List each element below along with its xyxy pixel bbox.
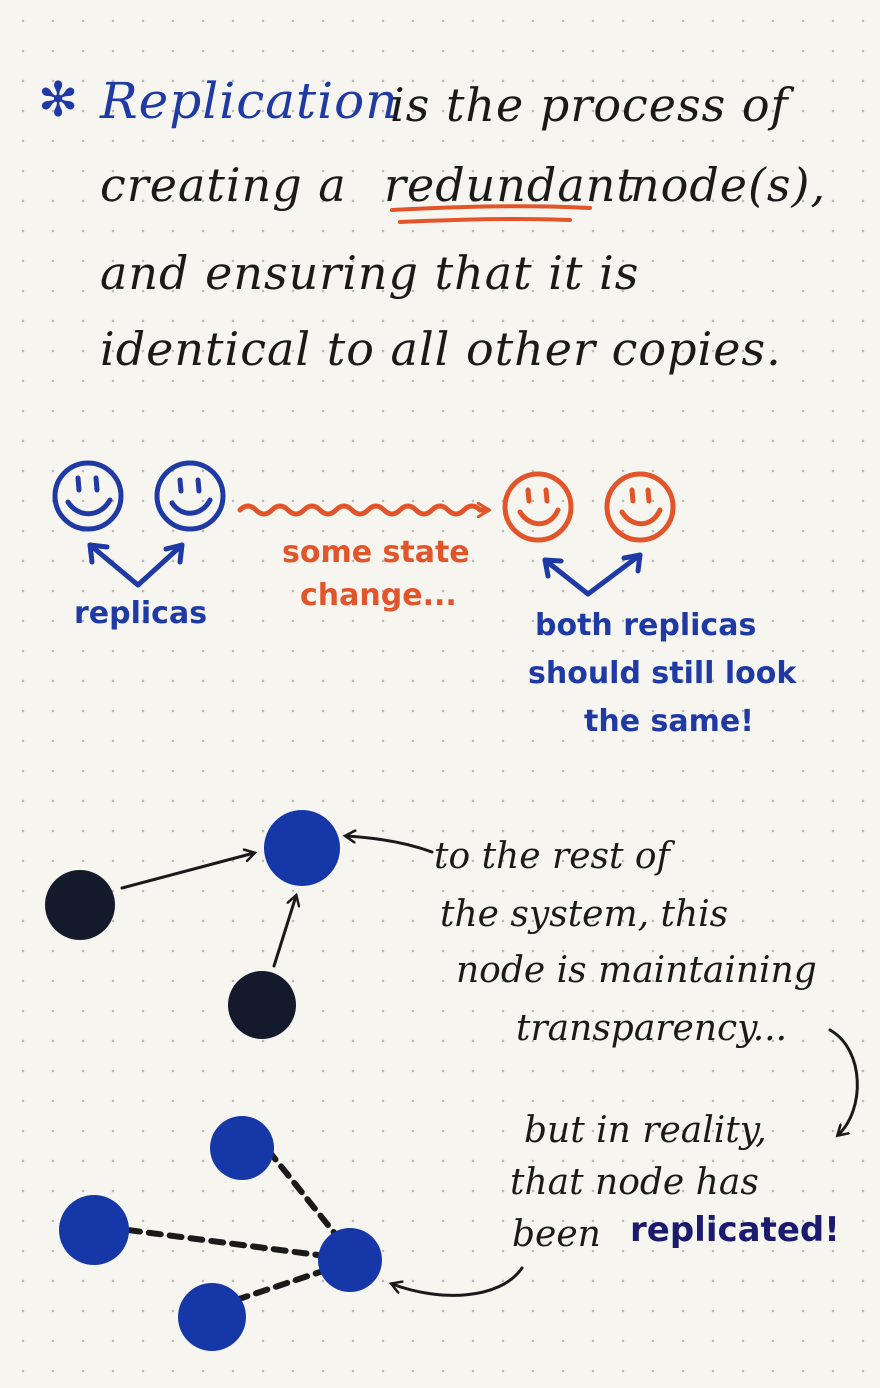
state-change-arrow — [237, 506, 488, 514]
smiley-icon-orange-right — [604, 471, 676, 543]
reality-to-node-arrow — [392, 1266, 524, 1297]
smiley-icon-orange-left — [502, 471, 574, 543]
transparency-note-4: transparency... — [516, 1008, 788, 1049]
reality-note-3-pre: been — [512, 1214, 601, 1255]
both-replicas-label-1: both replicas — [535, 608, 757, 643]
replica-node-bottom — [178, 1283, 246, 1351]
node-black-bottom — [228, 971, 296, 1039]
node-blue-center — [264, 810, 340, 886]
transparency-note-1: to the rest of — [434, 836, 670, 877]
replicas-label: replicas — [74, 596, 208, 631]
reality-note-1: but in reality, — [524, 1110, 767, 1151]
both-replicas-label-3: the same! — [584, 704, 754, 739]
transparency-to-reality-arrow — [828, 1028, 859, 1135]
replica-node-top — [210, 1116, 274, 1180]
replica-node-center — [318, 1228, 382, 1292]
smiley-icon-blue-right — [154, 460, 226, 532]
reality-note-3-emph: replicated! — [630, 1210, 840, 1250]
smiley-icon-blue-left — [52, 460, 124, 532]
node-black-left — [45, 870, 115, 940]
replicas-arrows — [87, 542, 185, 588]
both-replicas-label-2: should still look — [528, 656, 797, 691]
transparency-note-2: the system, this — [440, 894, 729, 935]
transparency-note-3: node is maintaining — [456, 950, 817, 991]
state-change-label-1: some state — [282, 535, 470, 570]
redundant-underline — [390, 204, 592, 224]
state-change-label-2: change... — [300, 578, 457, 613]
reality-note-2: that node has — [510, 1162, 759, 1203]
both-replicas-arrows — [542, 552, 643, 597]
replica-node-left — [59, 1195, 129, 1265]
